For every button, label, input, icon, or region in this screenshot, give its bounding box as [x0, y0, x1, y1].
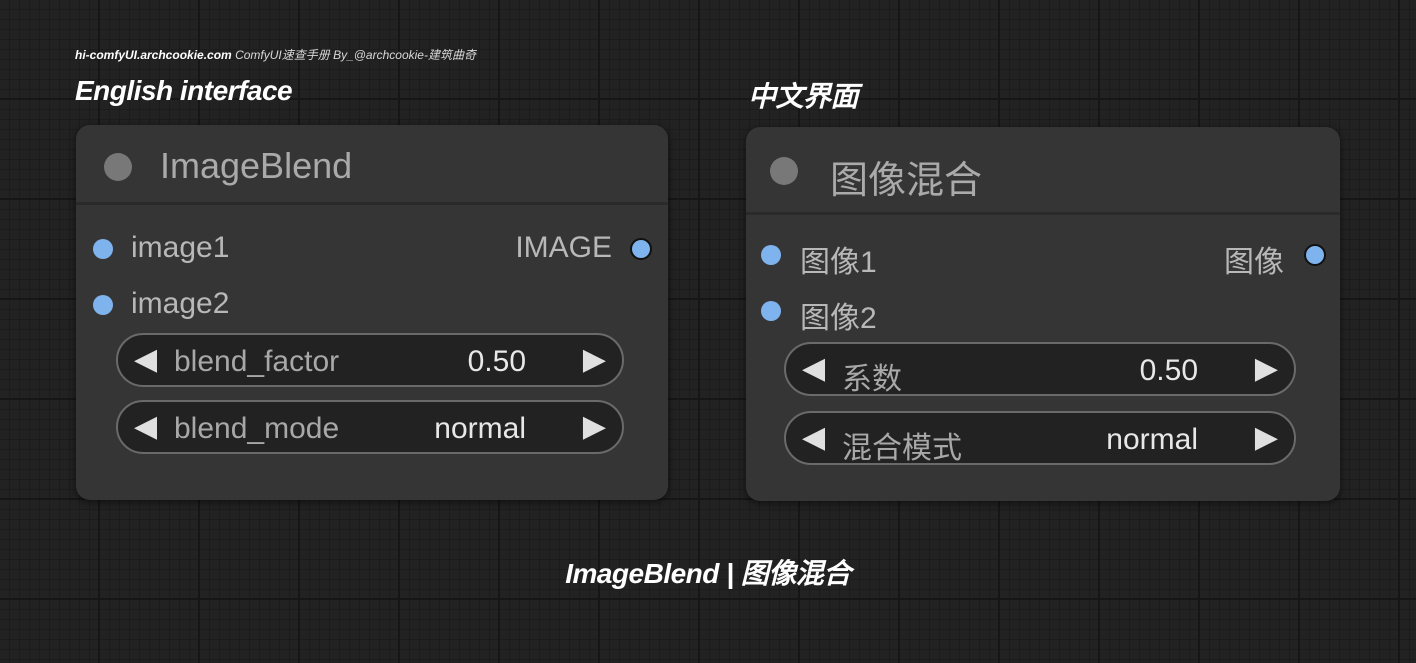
collapse-dot-icon[interactable]: [104, 153, 132, 181]
output-label: IMAGE: [515, 231, 612, 264]
node-title: 图像混合: [830, 160, 983, 202]
next-arrow-icon[interactable]: ▶: [583, 409, 606, 444]
previous-arrow-icon[interactable]: ◀: [802, 420, 825, 455]
english-interface-label: English interface: [75, 75, 293, 106]
node-header[interactable]: 图像混合: [746, 127, 1340, 215]
input-slot-dot-icon[interactable]: [93, 295, 113, 315]
output-label: 图像: [1224, 246, 1284, 279]
widget-value[interactable]: normal: [434, 412, 526, 446]
widget-value[interactable]: 0.50: [468, 345, 526, 379]
input-label-image2: image2: [131, 287, 230, 320]
widget-value[interactable]: 0.50: [1140, 354, 1198, 388]
node-header[interactable]: ImageBlend: [76, 125, 668, 205]
caption-title: ImageBlend | 图像混合: [565, 558, 851, 589]
previous-arrow-icon[interactable]: ◀: [134, 409, 157, 444]
collapse-dot-icon[interactable]: [770, 157, 798, 185]
chinese-interface-label: 中文界面: [748, 81, 859, 112]
widget-label: blend_mode: [174, 412, 340, 445]
imageblend-node-english[interactable]: ImageBlend image1 IMAGE image2 ◀ blend_f…: [76, 125, 668, 500]
output-slot-dot-icon[interactable]: [630, 238, 652, 260]
credit-line: hi-comfyUI.archcookie.com ComfyUI速查手册 By…: [75, 46, 476, 63]
increment-arrow-icon[interactable]: ▶: [583, 342, 606, 377]
blend-mode-widget[interactable]: ◀ blend_mode normal ▶: [116, 400, 624, 454]
slot-row-image1: image1 IMAGE: [76, 229, 668, 269]
output-slot-dot-icon[interactable]: [1304, 244, 1326, 266]
input-label-image1: 图像1: [800, 246, 877, 279]
imageblend-node-chinese[interactable]: 图像混合 图像1 图像 图像2 ◀ 系数 0.50 ▶ ◀ 混合模式 norma…: [746, 127, 1340, 501]
blend-factor-widget[interactable]: ◀ 系数 0.50 ▶: [784, 342, 1296, 396]
slot-row-image2: 图像2: [746, 291, 1340, 335]
credit-site: hi-comfyUI.archcookie.com: [75, 48, 232, 62]
input-slot-dot-icon[interactable]: [761, 301, 781, 321]
widget-label: blend_factor: [174, 345, 340, 378]
slot-row-image1: 图像1 图像: [746, 235, 1340, 279]
blend-mode-widget[interactable]: ◀ 混合模式 normal ▶: [784, 411, 1296, 465]
input-slot-dot-icon[interactable]: [93, 239, 113, 259]
input-slot-dot-icon[interactable]: [761, 245, 781, 265]
slot-row-image2: image2: [76, 285, 668, 325]
decrement-arrow-icon[interactable]: ◀: [134, 342, 157, 377]
next-arrow-icon[interactable]: ▶: [1255, 420, 1278, 455]
widget-value[interactable]: normal: [1106, 423, 1198, 457]
widget-label: 混合模式: [842, 432, 962, 465]
input-label-image1: image1: [131, 231, 230, 264]
decrement-arrow-icon[interactable]: ◀: [802, 351, 825, 386]
increment-arrow-icon[interactable]: ▶: [1255, 351, 1278, 386]
widget-label: 系数: [842, 363, 902, 396]
node-title: ImageBlend: [160, 145, 353, 186]
input-label-image2: 图像2: [800, 302, 877, 335]
blend-factor-widget[interactable]: ◀ blend_factor 0.50 ▶: [116, 333, 624, 387]
credit-text: ComfyUI速查手册 By_@archcookie-建筑曲奇: [235, 48, 476, 62]
